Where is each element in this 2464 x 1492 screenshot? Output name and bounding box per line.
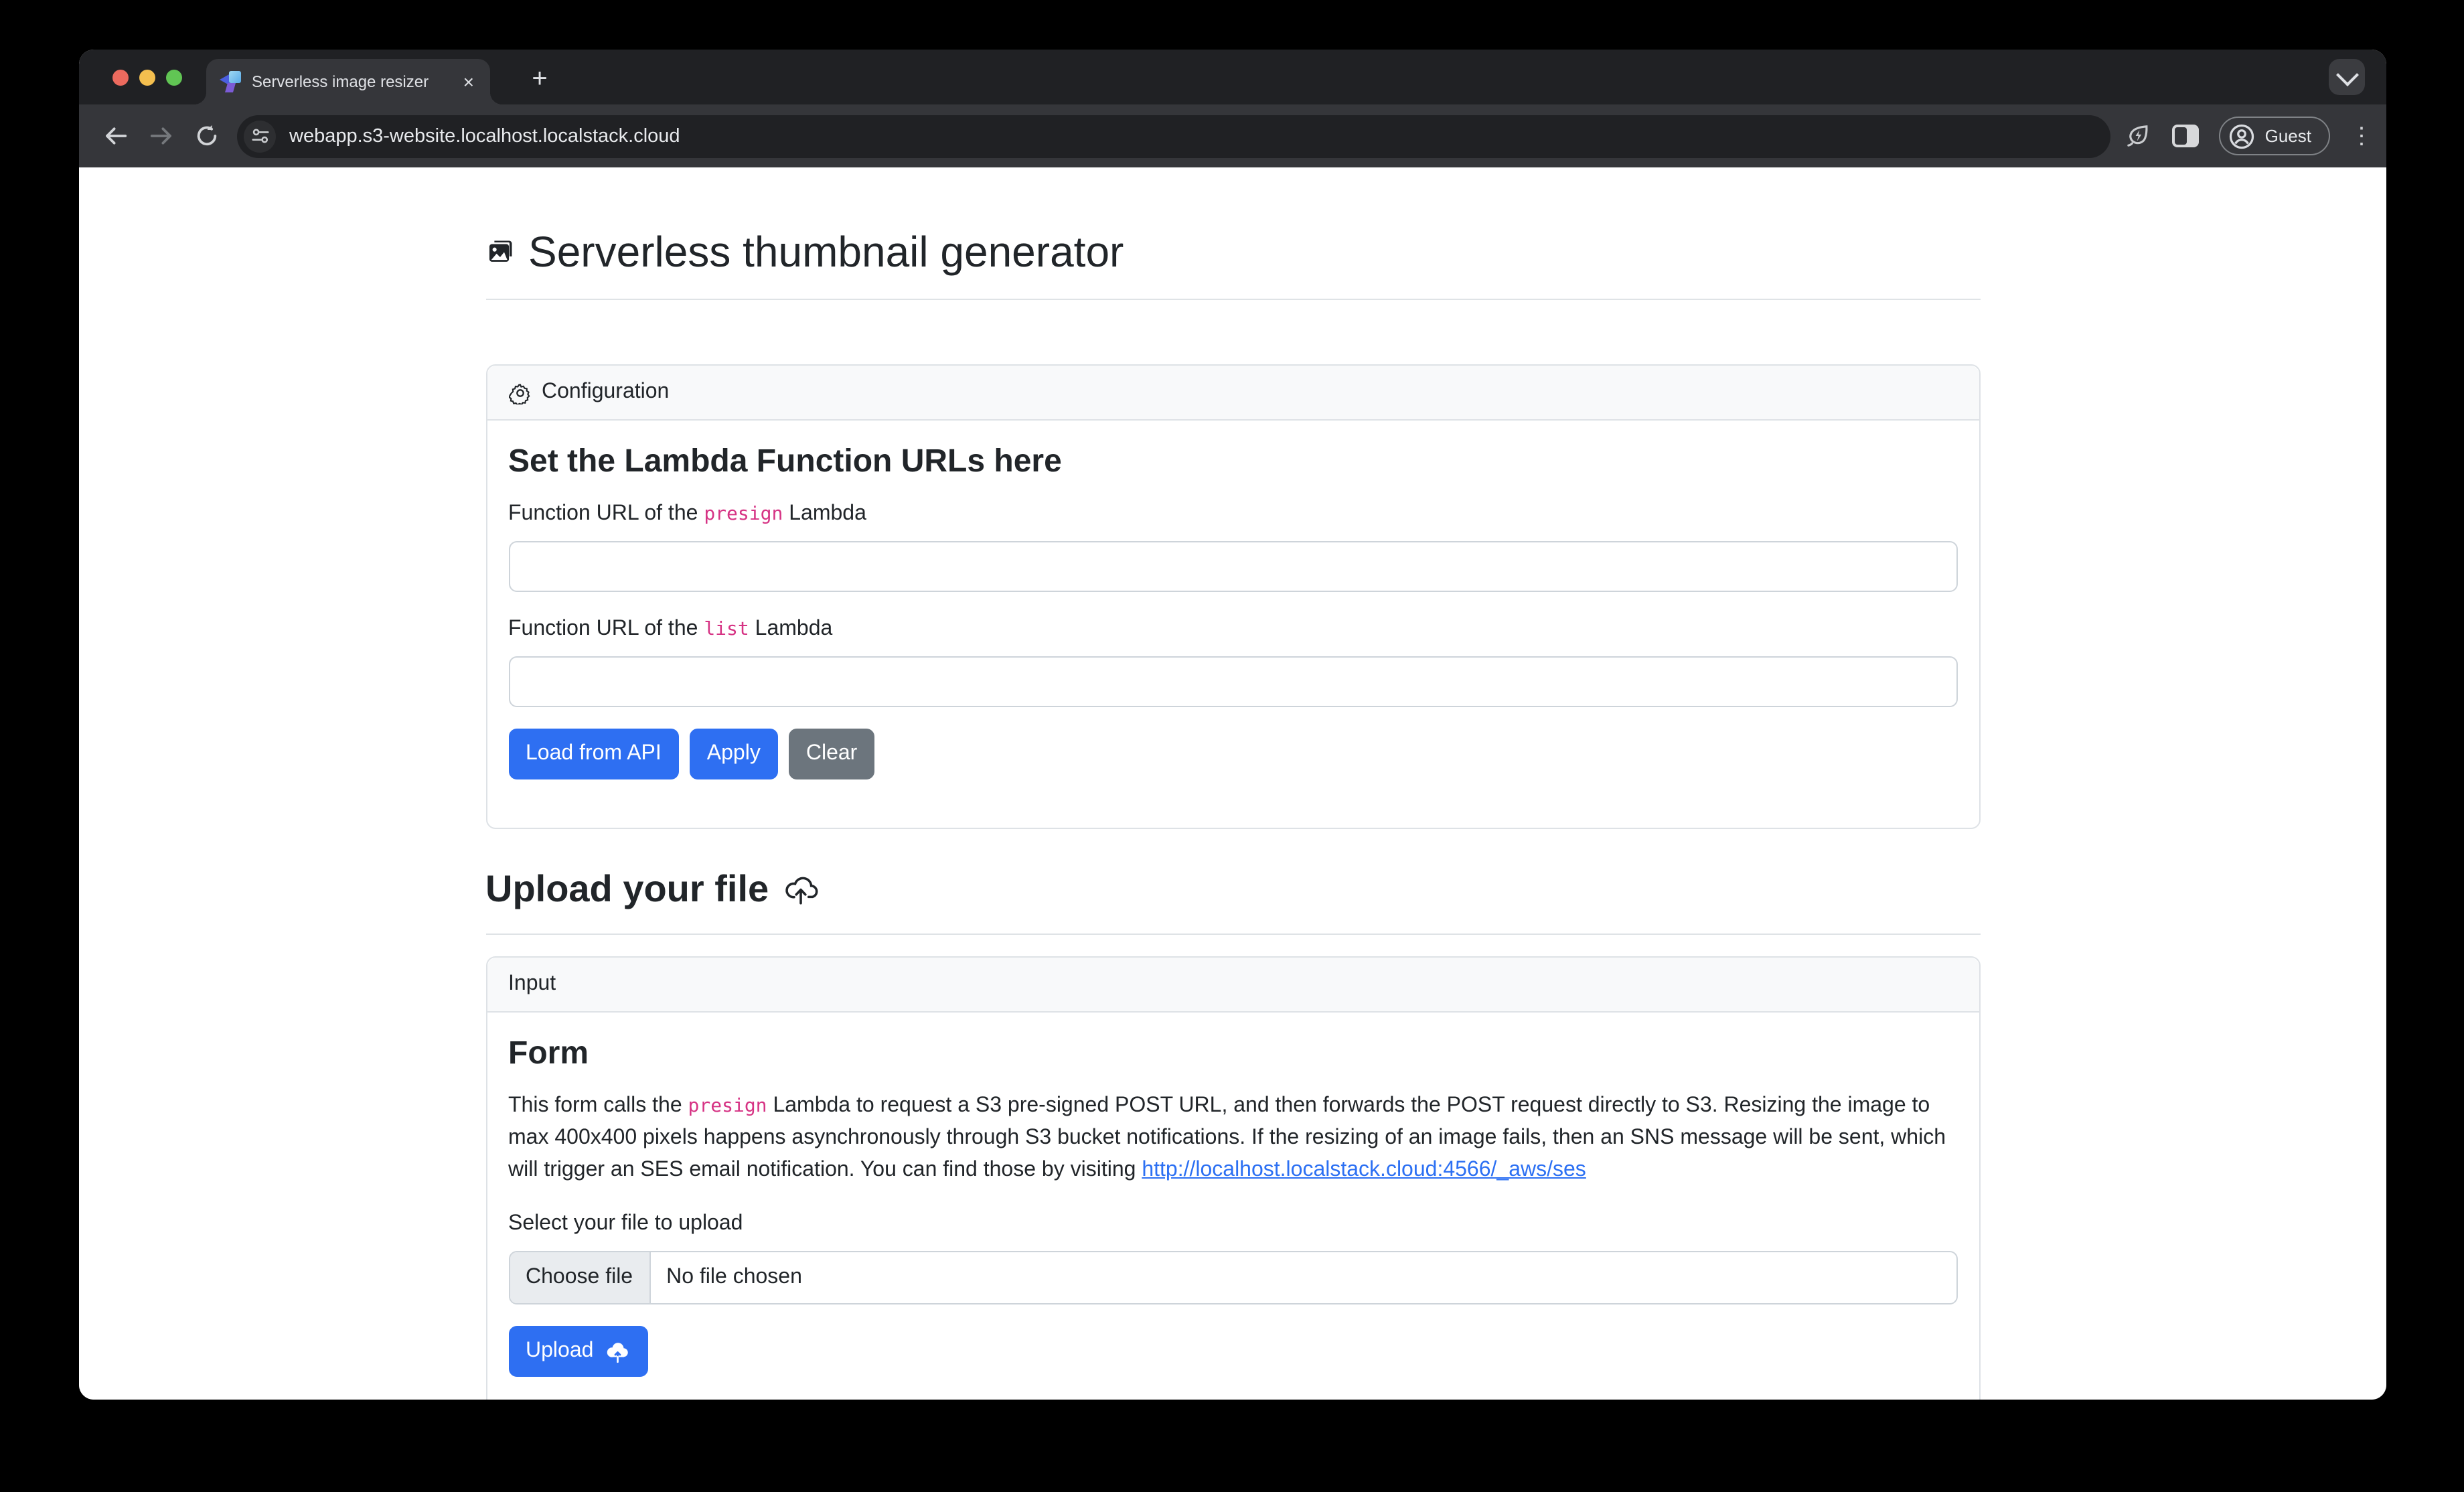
list-url-label: Function URL of the list Lambda — [508, 614, 1957, 646]
choose-file-button[interactable]: Choose file — [510, 1252, 650, 1303]
upload-button[interactable]: Upload — [508, 1326, 648, 1377]
configuration-card-title: Configuration — [542, 377, 669, 409]
divider — [485, 934, 1980, 935]
clear-button[interactable]: Clear — [789, 729, 874, 780]
battery-saver-icon[interactable] — [2125, 122, 2153, 150]
browser-toolbar: webapp.s3-website.localhost.localstack.c… — [79, 104, 2386, 167]
file-input[interactable]: Choose file No file chosen — [508, 1251, 1957, 1304]
file-status-text: No file chosen — [650, 1252, 818, 1303]
page-title: Serverless thumbnail generator — [485, 226, 1980, 278]
input-card: Input Form This form calls the presign L… — [485, 956, 1980, 1400]
site-settings-button[interactable] — [244, 120, 276, 152]
url-bar[interactable]: webapp.s3-website.localhost.localstack.c… — [237, 115, 2111, 157]
list-url-input[interactable] — [508, 657, 1957, 708]
traffic-lights — [112, 70, 182, 86]
web-page: Serverless thumbnail generator Configura… — [79, 167, 2386, 1400]
forward-button[interactable] — [138, 113, 183, 159]
screen: Serverless image resizer × + — [0, 0, 2464, 1492]
avatar-icon — [2229, 123, 2256, 149]
tab-close-icon[interactable]: × — [458, 71, 479, 92]
minimize-traffic-light[interactable] — [139, 70, 155, 86]
presign-code: presign — [704, 504, 783, 526]
presign-url-input[interactable] — [508, 542, 1957, 593]
presign-code: presign — [688, 1096, 767, 1117]
ses-link[interactable]: http://localhost.localstack.cloud:4566/_… — [1142, 1159, 1586, 1181]
tab-curve — [194, 92, 206, 104]
list-code: list — [704, 619, 749, 641]
configuration-card: Configuration Set the Lambda Function UR… — [485, 365, 1980, 830]
tab-serverless-image-resizer[interactable]: Serverless image resizer × — [206, 59, 490, 104]
tab-curve — [490, 92, 502, 104]
form-description: This form calls the presign Lambda to re… — [508, 1090, 1957, 1187]
back-icon — [102, 123, 128, 149]
file-select-label: Select your file to upload — [508, 1208, 1957, 1240]
tab-strip: Serverless image resizer × + — [79, 50, 2386, 104]
site-favicon-icon — [220, 71, 241, 92]
input-card-header: Input — [487, 958, 1979, 1013]
apply-button[interactable]: Apply — [690, 729, 778, 780]
cloud-upload-fill-icon — [604, 1338, 631, 1365]
input-card-title: Input — [508, 968, 556, 1000]
upload-section-title: Upload your file — [485, 867, 1980, 912]
cloud-upload-icon — [783, 872, 818, 907]
browser-window: Serverless image resizer × + — [79, 50, 2386, 1400]
form-heading: Form — [508, 1034, 1957, 1074]
tab-title: Serverless image resizer — [252, 72, 458, 91]
profile-label: Guest — [2265, 126, 2311, 146]
tune-icon — [250, 126, 270, 146]
forward-icon — [148, 123, 173, 149]
reload-button[interactable] — [183, 113, 229, 159]
browser-menu-icon[interactable]: ⋮ — [2350, 125, 2373, 147]
url-text[interactable]: webapp.s3-website.localhost.localstack.c… — [289, 125, 680, 147]
side-panel-icon[interactable] — [2173, 125, 2200, 147]
new-tab-button[interactable]: + — [521, 62, 558, 99]
tab-search-button[interactable] — [2329, 59, 2365, 95]
gear-icon — [508, 382, 531, 404]
configuration-card-header: Configuration — [487, 366, 1979, 421]
back-button[interactable] — [92, 113, 138, 159]
toolbar-right: Guest ⋮ — [2125, 117, 2373, 155]
reload-icon — [194, 123, 219, 149]
profile-button[interactable]: Guest — [2220, 117, 2330, 155]
config-heading: Set the Lambda Function URLs here — [508, 443, 1957, 483]
presign-url-label: Function URL of the presign Lambda — [508, 499, 1957, 531]
zoom-traffic-light[interactable] — [166, 70, 182, 86]
load-from-api-button[interactable]: Load from API — [508, 729, 679, 780]
chevron-down-icon — [2335, 63, 2358, 86]
close-traffic-light[interactable] — [112, 70, 129, 86]
images-icon — [485, 237, 515, 267]
divider — [485, 299, 1980, 301]
